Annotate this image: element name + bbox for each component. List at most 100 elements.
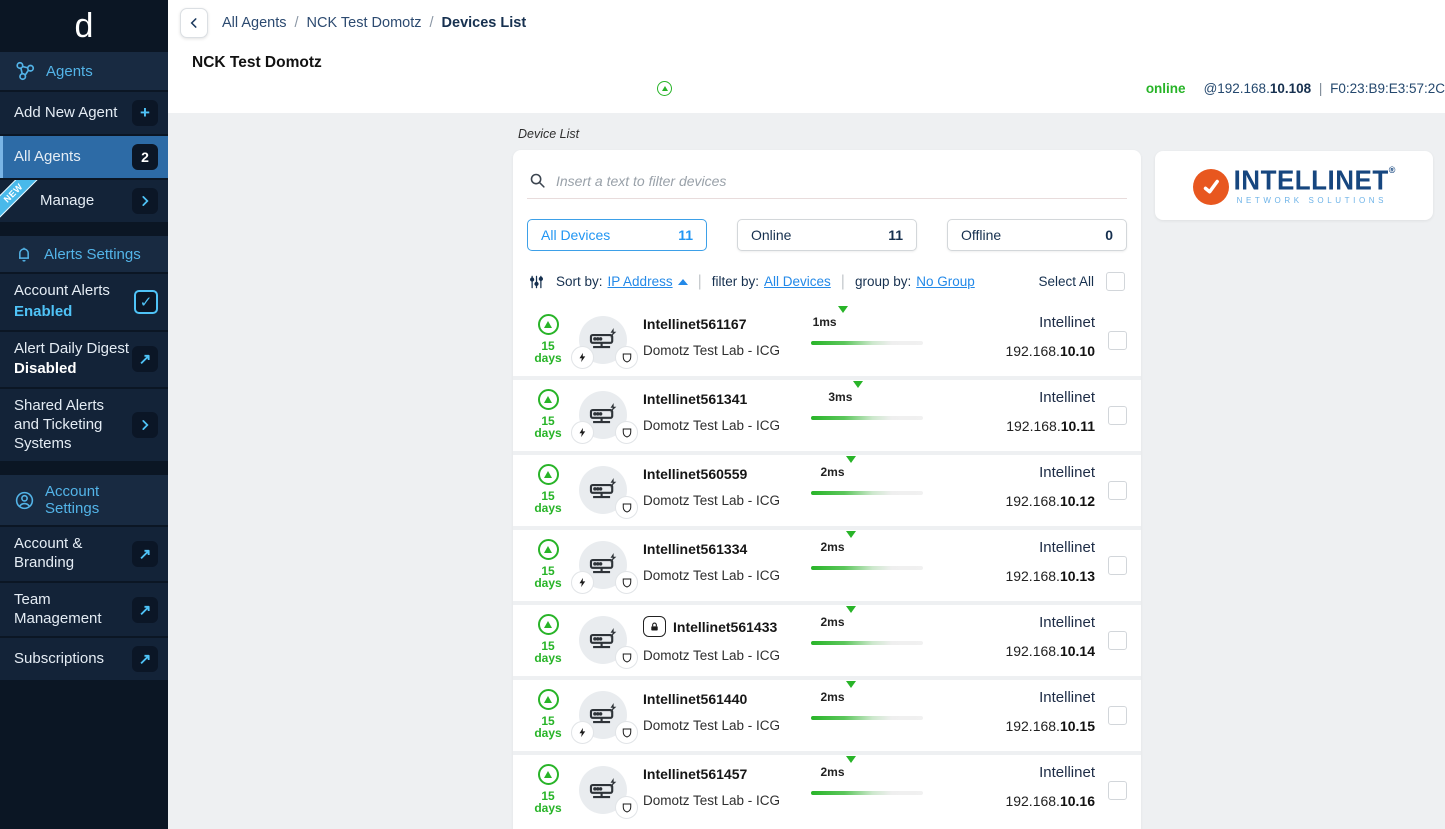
device-row[interactable]: 15 days <box>513 455 1141 526</box>
device-row[interactable]: 15 days <box>513 530 1141 601</box>
uptime-column: 15 days <box>527 755 569 826</box>
security-shield-badge <box>615 646 638 669</box>
external-link-icon[interactable]: ↗ <box>132 646 158 672</box>
device-name[interactable]: Intellinet561167 <box>643 316 747 332</box>
sidebar-item-account-branding[interactable]: Account & Branding ↗ <box>0 527 168 581</box>
list-toolbar: Sort by: IP Address | filter by: All Dev… <box>527 272 1127 305</box>
agents-count-badge: 2 <box>132 144 158 170</box>
latency-value: 2ms <box>820 465 844 479</box>
device-name[interactable]: Intellinet561433 <box>673 619 777 635</box>
device-avatar <box>569 380 643 451</box>
sidebar-item-all-agents[interactable]: All Agents 2 <box>0 136 168 178</box>
security-shield-badge <box>615 496 638 519</box>
latency-marker: 2ms <box>820 463 855 481</box>
device-checkbox[interactable] <box>1108 481 1127 500</box>
device-row[interactable]: 15 days <box>513 605 1141 676</box>
plus-icon[interactable]: + <box>132 100 158 126</box>
latency-marker: 2ms <box>820 763 855 781</box>
filter-by-value[interactable]: All Devices <box>764 274 831 289</box>
tab-offline[interactable]: Offline 0 <box>947 219 1127 251</box>
checkbox-checked-icon[interactable]: ✓ <box>134 290 158 314</box>
device-name[interactable]: Intellinet560559 <box>643 466 747 482</box>
row-check-column <box>1095 305 1127 376</box>
group-by-value[interactable]: No Group <box>916 274 975 289</box>
breadcrumb-all-agents[interactable]: All Agents <box>222 15 287 31</box>
external-link-icon[interactable]: ↗ <box>132 597 158 623</box>
device-row[interactable]: 15 days <box>513 380 1141 451</box>
filter-tabs: All Devices 11 Online 11 Offline 0 <box>527 219 1127 251</box>
device-avatar <box>569 755 643 826</box>
device-zone: Domotz Test Lab - ICG <box>643 418 811 433</box>
device-maker: Intellinet <box>969 689 1095 706</box>
uptime-column: 15 days <box>527 530 569 601</box>
latency-marker-triangle <box>846 456 856 480</box>
uptime-column: 15 days <box>527 380 569 451</box>
search-bar <box>527 150 1127 199</box>
row-check-column <box>1095 530 1127 601</box>
security-shield-badge <box>615 721 638 744</box>
sidebar-item-account-alerts[interactable]: Account Alerts Enabled ✓ <box>0 274 168 330</box>
latency-marker: 3ms <box>828 388 863 406</box>
device-checkbox[interactable] <box>1108 406 1127 425</box>
status-up-icon <box>657 81 672 96</box>
sidebar-item-subscriptions[interactable]: Subscriptions ↗ <box>0 638 168 680</box>
page-title: NCK Test Domotz <box>192 54 1445 72</box>
device-maker: Intellinet <box>969 539 1095 556</box>
device-row[interactable]: 15 days <box>513 755 1141 826</box>
breadcrumb-agent[interactable]: NCK Test Domotz <box>307 15 422 31</box>
sidebar-item-manage[interactable]: NEW Manage <box>0 180 168 222</box>
device-maker: Intellinet <box>969 464 1095 481</box>
device-checkbox[interactable] <box>1108 706 1127 725</box>
latency-bar <box>811 641 923 645</box>
device-checkbox[interactable] <box>1108 556 1127 575</box>
sidebar-item-alert-daily-digest[interactable]: Alert Daily Digest Disabled ↗ <box>0 332 168 388</box>
search-input[interactable] <box>556 173 1125 189</box>
sort-by-value[interactable]: IP Address <box>608 274 673 289</box>
sort-sliders-icon <box>529 274 544 290</box>
latency-column: 2ms <box>811 755 969 826</box>
section-title: Agents <box>46 63 93 80</box>
sort-asc-icon[interactable] <box>678 279 688 285</box>
latency-column: 2ms <box>811 680 969 751</box>
device-text-column: Intellinet561341 Domotz Test Lab - ICG <box>643 380 811 451</box>
device-text-column: Intellinet560559 Domotz Test Lab - ICG <box>643 455 811 526</box>
device-name[interactable]: Intellinet561341 <box>643 391 747 407</box>
device-right-column: Intellinet 192.168.10.14 <box>969 605 1095 676</box>
device-row[interactable]: 15 days <box>513 680 1141 751</box>
sidebar-item-shared-alerts[interactable]: Shared Alerts and Ticketing Systems <box>0 389 168 461</box>
security-shield-badge <box>615 421 638 444</box>
device-ip: 192.168.10.15 <box>969 718 1095 734</box>
content-area: Device List All Devices 11 <box>168 113 1445 829</box>
device-text-column: Intellinet561440 Domotz Test Lab - ICG <box>643 680 811 751</box>
daily-digest-state: Disabled <box>14 360 129 379</box>
switch-device-icon <box>586 473 620 507</box>
device-row[interactable]: 15 days <box>513 305 1141 376</box>
device-up-icon <box>538 539 559 560</box>
breadcrumb: All Agents / NCK Test Domotz / Devices L… <box>222 15 526 31</box>
device-checkbox[interactable] <box>1108 331 1127 350</box>
tab-online[interactable]: Online 11 <box>737 219 917 251</box>
tab-all-devices[interactable]: All Devices 11 <box>527 219 707 251</box>
device-name[interactable]: Intellinet561457 <box>643 766 747 782</box>
external-link-icon[interactable]: ↗ <box>132 346 158 372</box>
back-button[interactable] <box>180 8 208 38</box>
latency-column: 2ms <box>811 530 969 601</box>
device-name[interactable]: Intellinet561440 <box>643 691 747 707</box>
external-link-icon[interactable]: ↗ <box>132 541 158 567</box>
breadcrumb-devices-list: Devices List <box>442 15 527 31</box>
device-checkbox[interactable] <box>1108 631 1127 650</box>
device-checkbox[interactable] <box>1108 781 1127 800</box>
select-all-checkbox[interactable] <box>1106 272 1125 291</box>
domotz-logo[interactable]: d <box>0 0 168 52</box>
chevron-right-icon[interactable] <box>132 188 158 214</box>
power-bolt-badge <box>571 346 594 369</box>
latency-marker-triangle <box>846 606 856 630</box>
sidebar-item-team-management[interactable]: Team Management ↗ <box>0 583 168 637</box>
device-name[interactable]: Intellinet561334 <box>643 541 747 557</box>
device-right-column: Intellinet 192.168.10.10 <box>969 305 1095 376</box>
select-all-label: Select All <box>1038 274 1094 289</box>
sidebar-item-add-new-agent[interactable]: Add New Agent + <box>0 92 168 134</box>
sidebar-item-label: Add New Agent <box>14 104 117 123</box>
chevron-right-icon[interactable] <box>132 412 158 438</box>
latency-bar <box>811 566 923 570</box>
